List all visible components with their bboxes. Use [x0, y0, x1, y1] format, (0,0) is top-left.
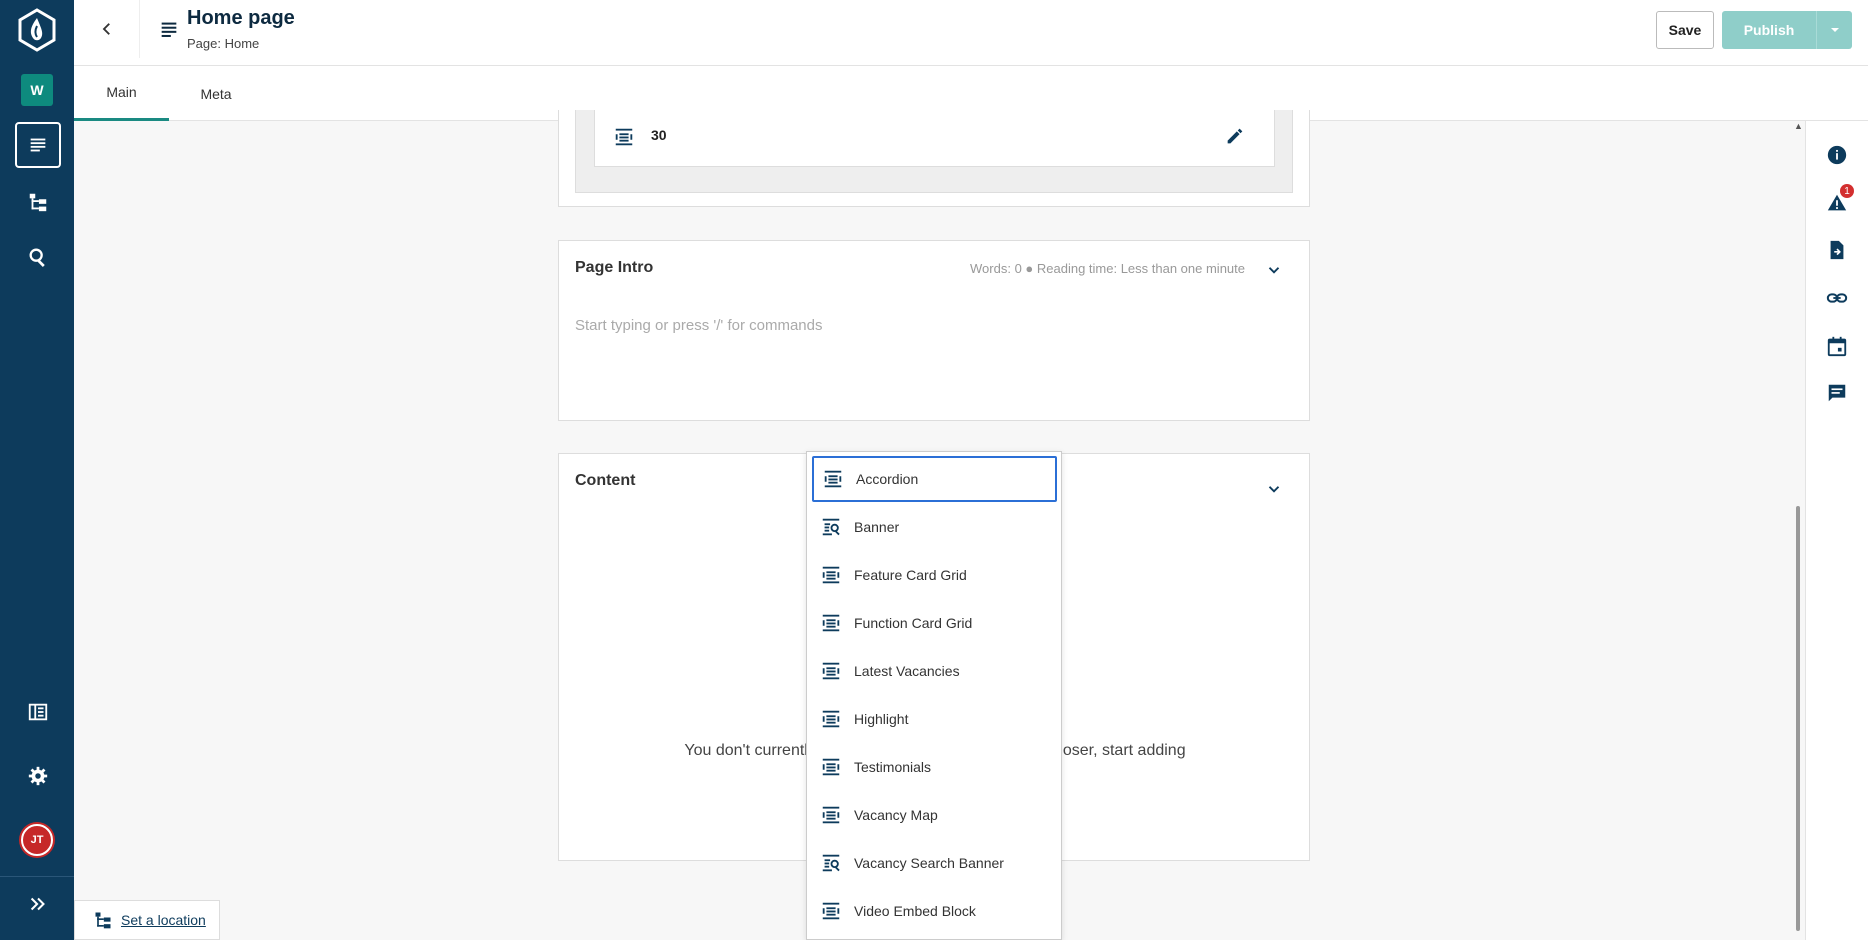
nested-block-item[interactable]: 30 [594, 110, 1275, 167]
page-subtitle: Page: Home [187, 36, 260, 51]
book-panel-icon [28, 703, 48, 721]
content-title: Content [575, 472, 636, 489]
nested-block-container: 30 [575, 110, 1293, 193]
page-type-icon [158, 18, 180, 40]
component-icon [613, 126, 635, 148]
component-option-testimonials[interactable]: Testimonials [812, 744, 1057, 790]
component-icon [820, 660, 842, 682]
document-export-icon[interactable] [1826, 239, 1848, 261]
component-icon [820, 804, 842, 826]
component-icon [822, 468, 844, 490]
settings-nav-button[interactable] [15, 753, 61, 799]
component-option-label: Feature Card Grid [854, 567, 967, 583]
expand-rail-button[interactable] [15, 881, 61, 927]
document-lines-icon [30, 138, 46, 152]
location-bar: Set a location [74, 900, 220, 940]
left-navigation-rail: W JT [0, 0, 74, 940]
nested-item-value: 30 [651, 127, 667, 143]
double-chevron-right-icon [30, 897, 45, 911]
component-option-label: Function Card Grid [854, 615, 973, 631]
save-button[interactable]: Save [1656, 11, 1714, 49]
publish-button[interactable]: Publish [1722, 22, 1816, 38]
rail-divider [0, 876, 74, 877]
search-component-icon [820, 516, 842, 538]
publish-button-group: Publish [1722, 11, 1852, 49]
gear-icon [28, 766, 48, 786]
tab-meta[interactable]: Meta [169, 66, 263, 121]
workspace-badge[interactable]: W [21, 74, 53, 106]
scroll-thumb[interactable] [1796, 506, 1800, 931]
component-option-accordion[interactable]: Accordion [812, 456, 1057, 502]
component-option-vacancy-search-banner[interactable]: Vacancy Search Banner [812, 840, 1057, 886]
main-scrollbar[interactable]: ▲ [1794, 121, 1803, 940]
collapse-content-chevron-icon[interactable] [1265, 480, 1283, 498]
component-option-label: Video Embed Block [854, 903, 976, 919]
comment-icon[interactable] [1826, 382, 1848, 404]
component-option-video-embed-block[interactable]: Video Embed Block [812, 888, 1057, 934]
right-tool-rail: 1 [1805, 121, 1868, 940]
component-option-label: Vacancy Map [854, 807, 938, 823]
user-avatar[interactable]: JT [21, 824, 53, 856]
intro-editor-input[interactable]: Start typing or press '/' for commands [575, 317, 823, 334]
component-option-banner[interactable]: Banner [812, 504, 1057, 550]
component-option-label: Latest Vacancies [854, 663, 960, 679]
tab-main[interactable]: Main [74, 66, 169, 121]
collapse-intro-chevron-icon[interactable] [1265, 261, 1283, 279]
component-option-feature-card-grid[interactable]: Feature Card Grid [812, 552, 1057, 598]
component-option-label: Testimonials [854, 759, 932, 775]
component-icon [820, 900, 842, 922]
component-icon [820, 708, 842, 730]
library-nav-button[interactable] [15, 689, 61, 735]
alert-count-badge: 1 [1840, 184, 1854, 198]
set-location-link[interactable]: Set a location [121, 912, 206, 928]
chevron-left-icon [102, 23, 110, 35]
sitemap-tree-icon [95, 912, 111, 929]
component-option-latest-vacancies[interactable]: Latest Vacancies [812, 648, 1057, 694]
component-option-label: Banner [854, 519, 900, 535]
scroll-up-arrow-icon[interactable]: ▲ [1794, 121, 1803, 131]
page-title: Home page [187, 7, 295, 29]
link-icon[interactable] [1826, 287, 1848, 309]
component-picker-menu: Accordion Banner Feature Card Grid Function… [806, 451, 1062, 940]
component-option-function-card-grid[interactable]: Function Card Grid [812, 600, 1057, 646]
publish-options-button[interactable] [1816, 11, 1852, 49]
app-logo-icon[interactable] [17, 8, 57, 52]
component-icon [820, 564, 842, 586]
tree-nav-button[interactable] [15, 179, 61, 225]
search-component-icon [820, 852, 842, 874]
warning-icon[interactable]: 1 [1826, 184, 1854, 214]
component-icon [820, 612, 842, 634]
search-nav-button[interactable] [15, 234, 61, 280]
empty-message-right: oser, start adding [1062, 742, 1186, 759]
component-option-highlight[interactable]: Highlight [812, 696, 1057, 742]
content-nav-button[interactable] [15, 122, 61, 168]
info-icon[interactable] [1826, 144, 1848, 166]
caret-down-icon [1830, 28, 1839, 32]
component-option-label: Highlight [854, 711, 909, 727]
sitemap-tree-icon [29, 193, 47, 212]
search-icon [29, 248, 45, 267]
nested-block-card: 30 [558, 110, 1310, 207]
calendar-icon[interactable] [1826, 335, 1848, 357]
component-option-label: Accordion [856, 471, 919, 487]
component-option-label: Vacancy Search Banner [854, 855, 1004, 871]
back-button[interactable] [74, 0, 140, 58]
edit-pencil-icon[interactable] [1224, 125, 1246, 147]
page-intro-card: Page Intro Words: 0 ● Reading time: Less… [558, 240, 1310, 421]
component-icon [820, 756, 842, 778]
page-header: Home page Page: Home Save Publish [74, 0, 1868, 66]
empty-message-left: You don't currentl [684, 742, 808, 759]
component-option-vacancy-map[interactable]: Vacancy Map [812, 792, 1057, 838]
page-intro-title: Page Intro [575, 259, 654, 276]
word-count-status: Words: 0 ● Reading time: Less than one m… [970, 261, 1245, 276]
